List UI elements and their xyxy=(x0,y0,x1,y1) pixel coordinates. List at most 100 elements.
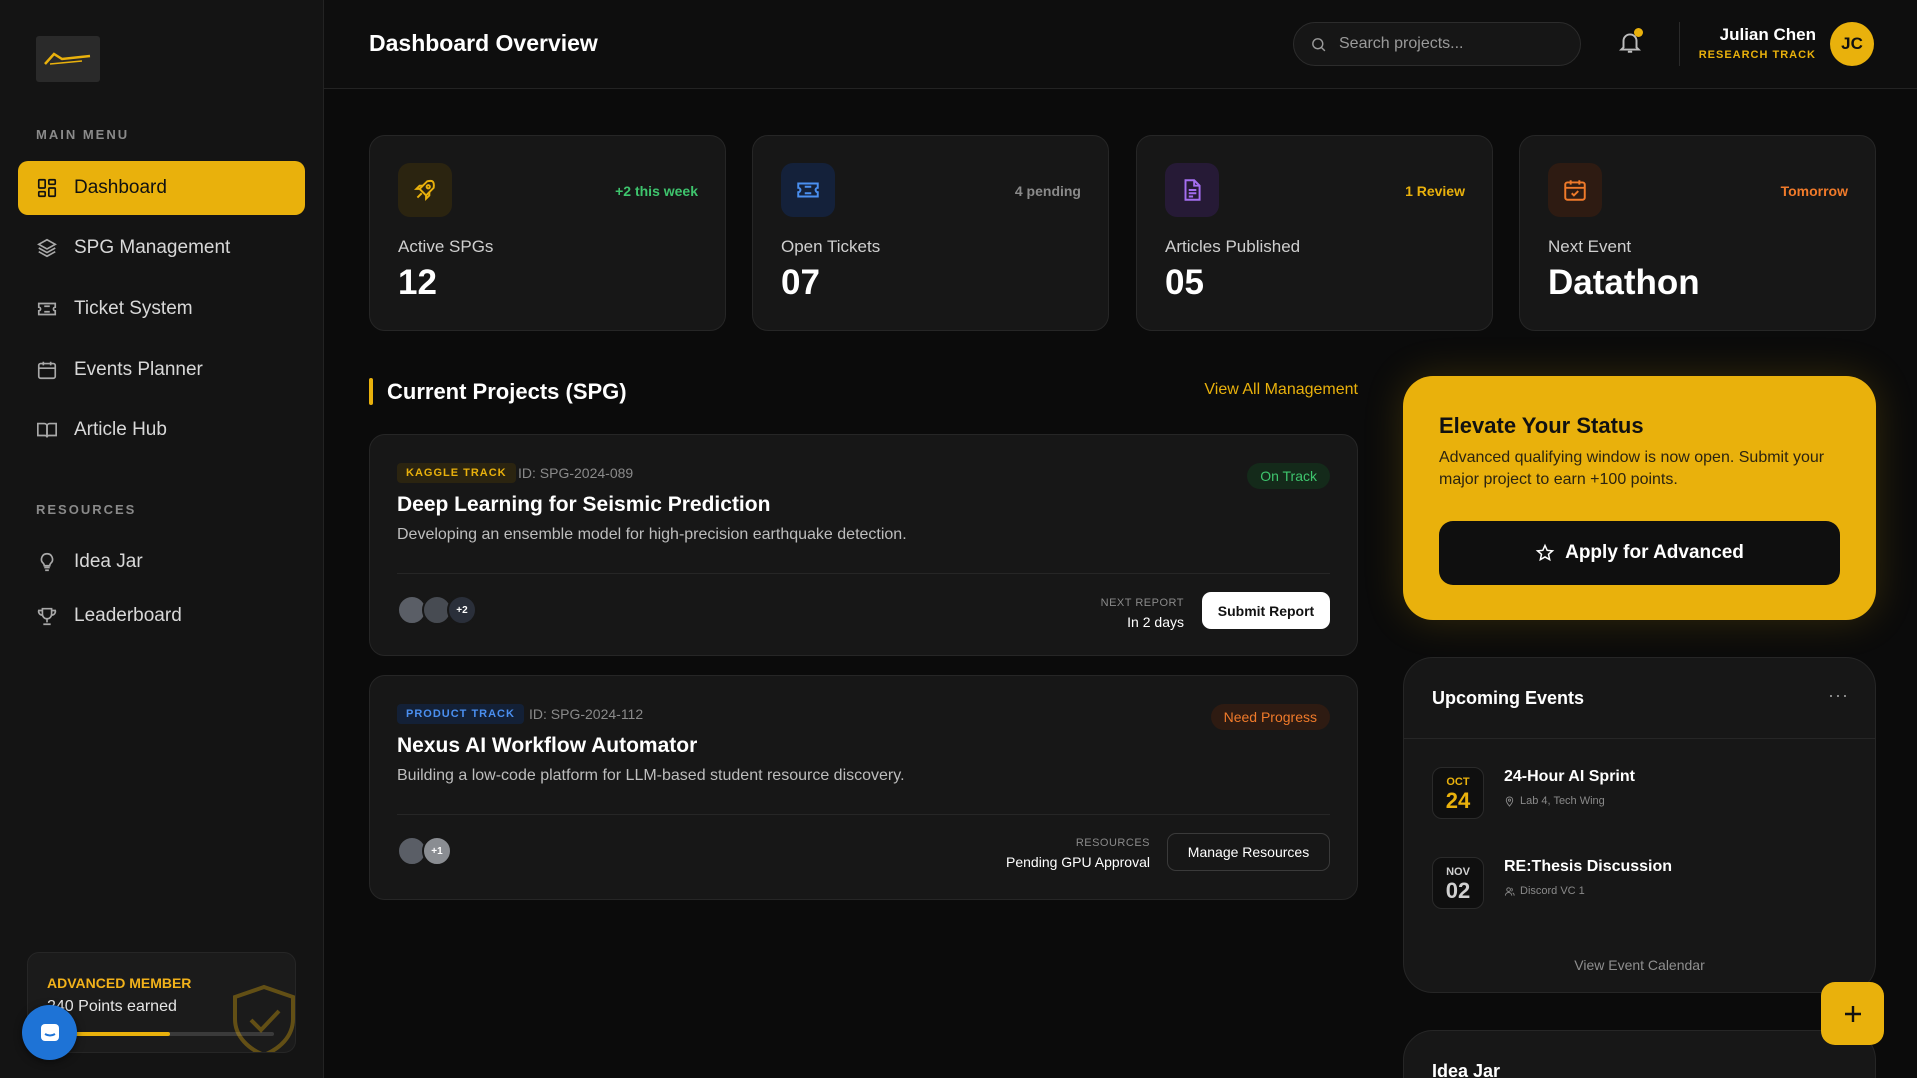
project-description: Building a low-code platform for LLM-bas… xyxy=(397,767,905,784)
chat-widget-button[interactable] xyxy=(22,1005,77,1060)
sidebar-item-label: Idea Jar xyxy=(74,551,143,572)
project-card[interactable]: KAGGLE TRACK ID: SPG-2024-089 On Track D… xyxy=(369,434,1358,656)
page-title: Dashboard Overview xyxy=(369,30,598,56)
ticket-icon xyxy=(36,298,58,320)
calendar-check-icon xyxy=(1548,163,1602,217)
upcoming-events-panel: Upcoming Events ··· OCT 24 24-Hour AI Sp… xyxy=(1403,657,1876,993)
event-name[interactable]: RE:Thesis Discussion xyxy=(1504,858,1672,876)
more-options-icon[interactable]: ··· xyxy=(1828,685,1849,706)
sidebar-item-label: Leaderboard xyxy=(74,605,182,626)
sidebar-item-label: SPG Management xyxy=(74,237,231,258)
pin-icon xyxy=(1505,795,1514,807)
idea-jar-panel: Idea Jar xyxy=(1403,1030,1876,1078)
section-accent-bar xyxy=(369,378,373,405)
event-day: 24 xyxy=(1445,788,1471,813)
rocket-icon xyxy=(398,163,452,217)
stat-badge: Tomorrow xyxy=(1780,183,1848,199)
sidebar-item-idea-jar[interactable]: Idea Jar xyxy=(18,535,305,589)
sidebar-item-label: Article Hub xyxy=(74,419,167,440)
stat-label: Articles Published xyxy=(1165,237,1301,256)
events-divider xyxy=(1404,738,1875,739)
resources-label: RESOURCES xyxy=(36,502,137,517)
event-location: Lab 4, Tech Wing xyxy=(1504,795,1605,807)
event-name[interactable]: 24-Hour AI Sprint xyxy=(1504,768,1635,786)
star-icon xyxy=(1535,543,1555,562)
users-icon xyxy=(1504,886,1515,896)
sidebar-item-article-hub[interactable]: Article Hub xyxy=(18,403,305,457)
sidebar-item-label: Dashboard xyxy=(74,177,167,198)
event-date-badge: OCT 24 xyxy=(1432,767,1484,819)
user-name: Julian Chen xyxy=(1719,25,1816,44)
logo-mark xyxy=(44,52,91,65)
project-title: Deep Learning for Seismic Prediction xyxy=(397,493,771,516)
header-divider xyxy=(1679,22,1680,66)
shield-check-icon xyxy=(233,984,295,1052)
book-icon xyxy=(36,419,58,441)
plus-icon xyxy=(1844,1005,1861,1022)
sidebar-item-leaderboard[interactable]: Leaderboard xyxy=(18,589,305,643)
sidebar-item-spg-management[interactable]: SPG Management xyxy=(18,221,305,275)
search-icon xyxy=(1312,37,1326,51)
event-location-text: Lab 4, Tech Wing xyxy=(1520,795,1605,807)
user-track: RESEARCH TRACK xyxy=(1698,49,1816,61)
submit-report-button[interactable]: Submit Report xyxy=(1202,592,1330,629)
stat-label: Next Event xyxy=(1548,237,1632,256)
stat-label: Open Tickets xyxy=(781,237,881,256)
notification-dot xyxy=(1634,28,1643,37)
stat-value: Datathon xyxy=(1548,263,1700,302)
avatar[interactable]: JC xyxy=(1830,22,1874,66)
top-header: Dashboard Overview Julian Chen RESEARCH … xyxy=(324,0,1917,89)
search-box[interactable] xyxy=(1293,22,1581,66)
idea-jar-title: Idea Jar xyxy=(1432,1061,1501,1078)
meta-value: In 2 days xyxy=(1127,614,1184,630)
view-all-management-link[interactable]: View All Management xyxy=(1204,381,1358,399)
grid-icon xyxy=(36,177,58,199)
meta-label: NEXT REPORT xyxy=(1100,597,1184,609)
event-day: 02 xyxy=(1445,878,1471,903)
project-description: Developing an ensemble model for high-pr… xyxy=(397,526,907,543)
extra-members-count: +1 xyxy=(422,836,452,866)
elevate-description: Advanced qualifying window is now open. … xyxy=(1439,449,1825,488)
stat-badge: +2 this week xyxy=(615,183,698,199)
card-divider xyxy=(397,814,1330,815)
sidebar-item-ticket-system[interactable]: Ticket System xyxy=(18,282,305,336)
sidebar: MAIN MENU Dashboard SPG Management Ticke… xyxy=(0,0,324,1078)
event-date-badge: NOV 02 xyxy=(1432,857,1484,909)
event-location-text: Discord VC 1 xyxy=(1520,885,1585,897)
document-icon xyxy=(1165,163,1219,217)
chat-icon xyxy=(40,1023,59,1041)
stat-label: Active SPGs xyxy=(398,237,494,256)
sidebar-item-label: Events Planner xyxy=(74,359,203,380)
elevate-status-card: Elevate Your Status Advanced qualifying … xyxy=(1403,376,1876,620)
layers-icon xyxy=(36,237,58,259)
track-tag: KAGGLE TRACK xyxy=(397,463,516,483)
stat-card-open-tickets[interactable]: 4 pending Open Tickets 07 xyxy=(752,135,1109,331)
project-card[interactable]: PRODUCT TRACK ID: SPG-2024-112 Need Prog… xyxy=(369,675,1358,900)
track-tag: PRODUCT TRACK xyxy=(397,704,524,724)
add-fab-button[interactable] xyxy=(1821,982,1884,1045)
stat-badge: 4 pending xyxy=(1014,183,1081,199)
calendar-icon xyxy=(36,359,58,381)
stat-value: 05 xyxy=(1165,263,1204,302)
status-badge: Need Progress xyxy=(1210,704,1330,730)
app-logo[interactable] xyxy=(36,36,100,82)
search-input[interactable] xyxy=(1339,35,1559,53)
stat-card-articles-published[interactable]: 1 Review Articles Published 05 xyxy=(1136,135,1493,331)
events-title: Upcoming Events xyxy=(1432,688,1585,708)
event-month: NOV xyxy=(1446,866,1470,878)
sidebar-item-events-planner[interactable]: Events Planner xyxy=(18,343,305,397)
project-id: ID: SPG-2024-089 xyxy=(518,465,634,481)
apply-for-advanced-button[interactable]: Apply for Advanced xyxy=(1439,521,1840,585)
ticket-icon xyxy=(781,163,835,217)
stat-card-next-event[interactable]: Tomorrow Next Event Datathon xyxy=(1519,135,1876,331)
stat-badge: 1 Review xyxy=(1405,183,1465,199)
sidebar-item-dashboard[interactable]: Dashboard xyxy=(18,161,305,215)
event-month: OCT xyxy=(1446,776,1470,788)
meta-label: RESOURCES xyxy=(1075,837,1150,849)
view-event-calendar-link[interactable]: View Event Calendar xyxy=(1404,957,1875,973)
project-title: Nexus AI Workflow Automator xyxy=(397,734,698,757)
elevate-title: Elevate Your Status xyxy=(1439,413,1644,438)
event-location: Discord VC 1 xyxy=(1504,885,1585,897)
manage-resources-button[interactable]: Manage Resources xyxy=(1167,833,1330,871)
stat-card-active-spgs[interactable]: +2 this week Active SPGs 12 xyxy=(369,135,726,331)
